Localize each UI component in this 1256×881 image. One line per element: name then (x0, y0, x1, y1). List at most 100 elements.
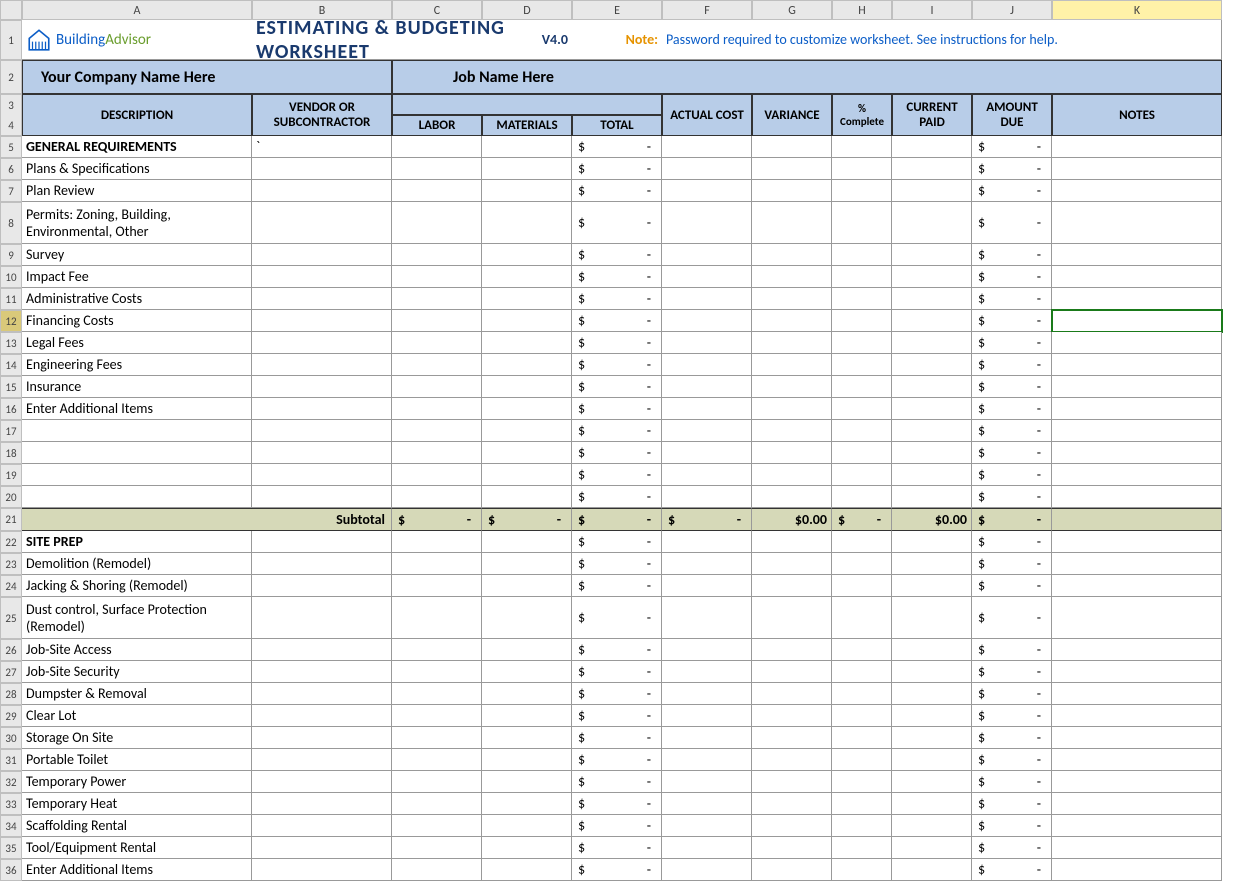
subtotal-notes[interactable] (1052, 508, 1222, 531)
cell[interactable] (662, 575, 752, 597)
cell[interactable] (832, 180, 892, 202)
cell[interactable] (832, 310, 892, 332)
cell[interactable] (662, 597, 752, 639)
desc-cell[interactable] (22, 464, 252, 486)
cell-notes[interactable] (1052, 793, 1222, 815)
cell[interactable] (752, 288, 832, 310)
section-general-requirements[interactable]: GENERAL REQUIREMENTS (22, 136, 252, 158)
cell-due[interactable]: $- (972, 158, 1052, 180)
cell[interactable] (482, 683, 572, 705)
cell[interactable] (392, 420, 482, 442)
cell[interactable] (832, 266, 892, 288)
header-pct-complete[interactable]: % Complete (832, 94, 892, 136)
cell[interactable] (892, 771, 972, 793)
cell[interactable] (892, 202, 972, 244)
row-header-13[interactable]: 13 (0, 332, 22, 354)
cell[interactable] (892, 727, 972, 749)
desc-cell[interactable]: Jacking & Shoring (Remodel) (22, 575, 252, 597)
subtotal-labor[interactable]: $- (392, 508, 482, 531)
desc-cell[interactable] (22, 486, 252, 508)
cell[interactable] (752, 332, 832, 354)
cell[interactable] (892, 793, 972, 815)
cell[interactable] (252, 661, 392, 683)
cell[interactable] (252, 442, 392, 464)
subtotal-pct[interactable]: $- (832, 508, 892, 531)
cell[interactable] (752, 815, 832, 837)
cell-due[interactable]: $- (972, 859, 1052, 881)
cell[interactable] (752, 531, 832, 553)
cell[interactable] (252, 202, 392, 244)
cell-notes[interactable] (1052, 749, 1222, 771)
desc-cell[interactable]: Temporary Heat (22, 793, 252, 815)
cell-notes[interactable] (1052, 158, 1222, 180)
cell[interactable] (482, 464, 572, 486)
cell-notes[interactable] (1052, 683, 1222, 705)
cell-notes[interactable] (1052, 815, 1222, 837)
cell[interactable] (482, 597, 572, 639)
cell[interactable] (392, 442, 482, 464)
cell[interactable] (752, 793, 832, 815)
cell-notes[interactable] (1052, 597, 1222, 639)
cell[interactable] (482, 749, 572, 771)
cell[interactable] (892, 354, 972, 376)
cell-notes[interactable] (1052, 464, 1222, 486)
row-header-14[interactable]: 14 (0, 354, 22, 376)
row-header-36[interactable]: 36 (0, 859, 22, 881)
cell-total[interactable]: $- (572, 597, 662, 639)
cell[interactable] (482, 180, 572, 202)
desc-cell[interactable]: Administrative Costs (22, 288, 252, 310)
cell[interactable] (662, 705, 752, 727)
cell-due[interactable]: $- (972, 420, 1052, 442)
col-header-G[interactable]: G (752, 0, 832, 20)
cell[interactable] (892, 815, 972, 837)
cell[interactable] (252, 727, 392, 749)
cell[interactable] (252, 597, 392, 639)
cell[interactable] (892, 442, 972, 464)
desc-cell[interactable]: Insurance (22, 376, 252, 398)
row-header-29[interactable]: 29 (0, 705, 22, 727)
cell[interactable] (662, 420, 752, 442)
row-header-7[interactable]: 7 (0, 180, 22, 202)
cell[interactable] (392, 639, 482, 661)
cell[interactable] (252, 837, 392, 859)
cell-total[interactable]: $- (572, 749, 662, 771)
cell[interactable] (892, 180, 972, 202)
cell[interactable] (832, 705, 892, 727)
cell[interactable] (482, 158, 572, 180)
cell-total[interactable]: $- (572, 158, 662, 180)
row-header-33[interactable]: 33 (0, 793, 22, 815)
row-header-10[interactable]: 10 (0, 266, 22, 288)
cell[interactable] (392, 837, 482, 859)
cell[interactable] (832, 727, 892, 749)
cell[interactable] (482, 771, 572, 793)
cell[interactable] (252, 575, 392, 597)
col-header-J[interactable]: J (972, 0, 1052, 20)
cell[interactable] (482, 815, 572, 837)
desc-cell[interactable]: Storage On Site (22, 727, 252, 749)
cell[interactable] (832, 815, 892, 837)
cell-due[interactable]: $- (972, 180, 1052, 202)
cell[interactable] (252, 354, 392, 376)
cell[interactable] (392, 859, 482, 881)
cell[interactable] (392, 771, 482, 793)
cell[interactable] (392, 531, 482, 553)
cell-notes[interactable] (1052, 553, 1222, 575)
cell-total[interactable]: $- (572, 288, 662, 310)
row-header-1[interactable]: 1 (0, 20, 22, 60)
cell-notes[interactable] (1052, 771, 1222, 793)
cell[interactable] (752, 486, 832, 508)
desc-cell[interactable]: Financing Costs (22, 310, 252, 332)
cell[interactable] (662, 180, 752, 202)
cell[interactable] (832, 332, 892, 354)
row-header-5[interactable]: 5 (0, 136, 22, 158)
cell-total[interactable]: $- (572, 639, 662, 661)
cell[interactable] (392, 661, 482, 683)
cell[interactable] (482, 376, 572, 398)
section-site-prep[interactable]: SITE PREP (22, 531, 252, 553)
cell[interactable] (662, 793, 752, 815)
row-header-2[interactable]: 2 (0, 60, 22, 94)
cell[interactable] (252, 793, 392, 815)
row-header-24[interactable]: 24 (0, 575, 22, 597)
row-header-23[interactable]: 23 (0, 553, 22, 575)
cell-notes[interactable] (1052, 266, 1222, 288)
